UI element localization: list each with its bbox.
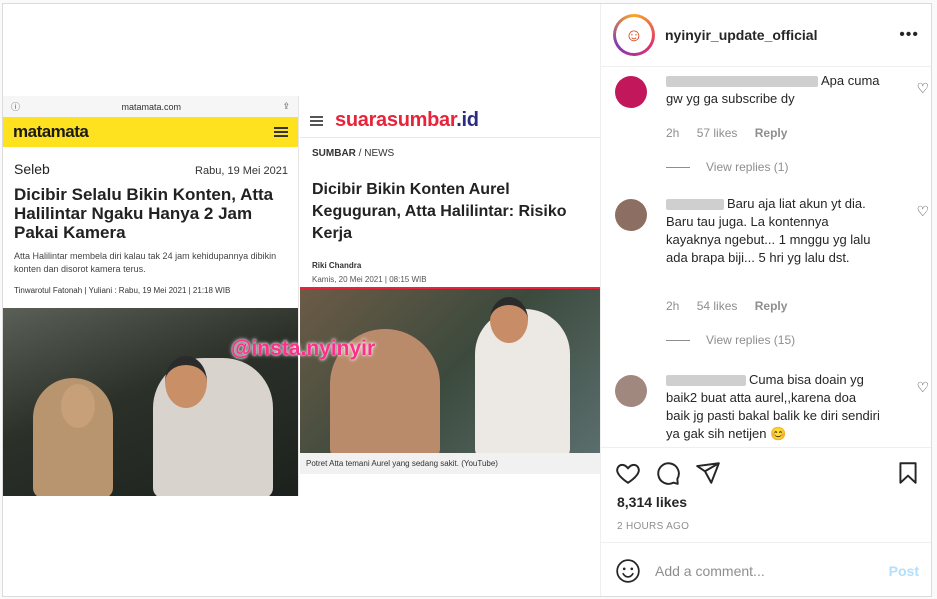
more-options-icon[interactable]: ••• — [899, 26, 919, 44]
bookmark-icon[interactable] — [895, 460, 921, 486]
article-lead: Atta Halilintar membela diri kalau tak 2… — [14, 251, 277, 274]
comment-meta: 2h 54 likes Reply — [666, 299, 801, 313]
watermark: @insta.nyinyir — [231, 337, 376, 360]
reply-button[interactable]: Reply — [755, 299, 788, 313]
article-category: Seleb — [14, 161, 50, 177]
share-icon: ⇪ — [282, 101, 290, 111]
article-title: Dicibir Selalu Bikin Konten, Atta Halili… — [14, 185, 274, 242]
menu-icon — [310, 115, 323, 126]
comment-icon[interactable] — [655, 460, 681, 486]
post-frame: ⓘ matamata.com ⇪ matamata Seleb Rabu, 19… — [2, 3, 932, 597]
article-author: Riki Chandra — [312, 261, 362, 270]
likes-count[interactable]: 8,314 likes — [617, 494, 687, 510]
comment-age: 2h — [666, 299, 680, 313]
view-replies-button[interactable]: View replies (15) — [666, 333, 795, 347]
comment-likes[interactable]: 57 likes — [697, 126, 738, 140]
post-timestamp[interactable]: 2 HOURS AGO — [617, 521, 689, 532]
comment: Cuma bisa doain yg baik2 buat atta aurel… — [615, 371, 929, 445]
commenter-avatar[interactable] — [615, 199, 647, 231]
comment-text: Baru aja liat akun yt dia. Baru tau juga… — [666, 196, 871, 265]
matamata-article: ⓘ matamata.com ⇪ matamata Seleb Rabu, 19… — [3, 96, 299, 496]
blurred-username — [666, 76, 818, 88]
suarasumbar-article: suarasumbar.id SUMBAR / NEWS Dicibir Bik… — [300, 104, 600, 474]
comment-text: Cuma bisa doain yg baik2 buat atta aurel… — [666, 372, 880, 441]
post-actions: 8,314 likes 2 HOURS AGO — [601, 447, 931, 542]
article-photo — [300, 287, 600, 453]
photo-caption: Potret Atta temani Aurel yang sedang sak… — [300, 453, 600, 474]
comments-list[interactable]: Apa cuma gw yg ga subscribe dy ♡ 2h 57 l… — [601, 68, 931, 445]
share-icon[interactable] — [695, 460, 721, 486]
emoji-icon[interactable] — [615, 558, 641, 584]
comment-like-icon[interactable]: ♡ — [916, 80, 929, 97]
comment: Apa cuma gw yg ga subscribe dy ♡ 2h 57 l… — [615, 72, 929, 177]
post-header: ☺ nyinyir_update_official ••• — [601, 4, 931, 67]
post-button[interactable]: Post — [889, 563, 919, 579]
breadcrumb: SUMBAR / NEWS — [312, 148, 395, 159]
article-date: Rabu, 19 Mei 2021 — [195, 165, 288, 177]
info-icon: ⓘ — [11, 102, 21, 112]
menu-icon — [274, 127, 288, 137]
post-image[interactable]: ⓘ matamata.com ⇪ matamata Seleb Rabu, 19… — [3, 4, 600, 596]
article-byline: Tinwarotul Fatonah | Yuliani : Rabu, 19 … — [14, 286, 231, 295]
comment: Baru aja liat akun yt dia. Baru tau juga… — [615, 195, 929, 355]
suarasumbar-logo: suarasumbar.id — [335, 109, 479, 131]
comment-age: 2h — [666, 126, 680, 140]
blurred-username — [666, 199, 724, 211]
comment-like-icon[interactable]: ♡ — [916, 203, 929, 220]
comment-input[interactable] — [655, 562, 889, 579]
matamata-logo: matamata — [13, 122, 89, 141]
commenter-avatar[interactable] — [615, 76, 647, 108]
comment-likes[interactable]: 54 likes — [697, 299, 738, 313]
photo-person-head — [490, 297, 528, 343]
suarasumbar-header: suarasumbar.id — [300, 104, 600, 138]
username-link[interactable]: nyinyir_update_official — [665, 27, 899, 43]
matamata-header: matamata — [3, 117, 298, 147]
browser-url: matamata.com — [121, 101, 181, 112]
comment-like-icon[interactable]: ♡ — [916, 379, 929, 396]
comment-text: Apa cuma gw yg ga subscribe dy — [666, 73, 880, 106]
comment-meta: 2h 57 likes Reply — [666, 126, 801, 140]
article-date: Kamis, 20 Mei 2021 | 08:15 WIB — [312, 275, 427, 284]
post-sidebar: ☺ nyinyir_update_official ••• Apa cuma g… — [600, 4, 931, 596]
photo-person-head — [61, 384, 95, 428]
article-meta: Seleb Rabu, 19 Mei 2021 — [3, 147, 298, 181]
profile-avatar[interactable]: ☺ — [613, 14, 655, 56]
view-replies-button[interactable]: View replies (1) — [666, 160, 788, 174]
commenter-avatar[interactable] — [615, 375, 647, 407]
avatar-image-icon: ☺ — [616, 17, 652, 53]
photo-person-head — [165, 356, 207, 408]
heart-icon[interactable] — [615, 460, 641, 486]
action-bar — [615, 460, 919, 488]
blurred-username — [666, 375, 746, 387]
reply-button[interactable]: Reply — [755, 126, 788, 140]
article-title: Dicibir Bikin Konten Aurel Keguguran, At… — [312, 181, 567, 242]
add-comment-bar: Post — [601, 542, 931, 596]
browser-bar: ⓘ matamata.com ⇪ — [3, 96, 298, 117]
